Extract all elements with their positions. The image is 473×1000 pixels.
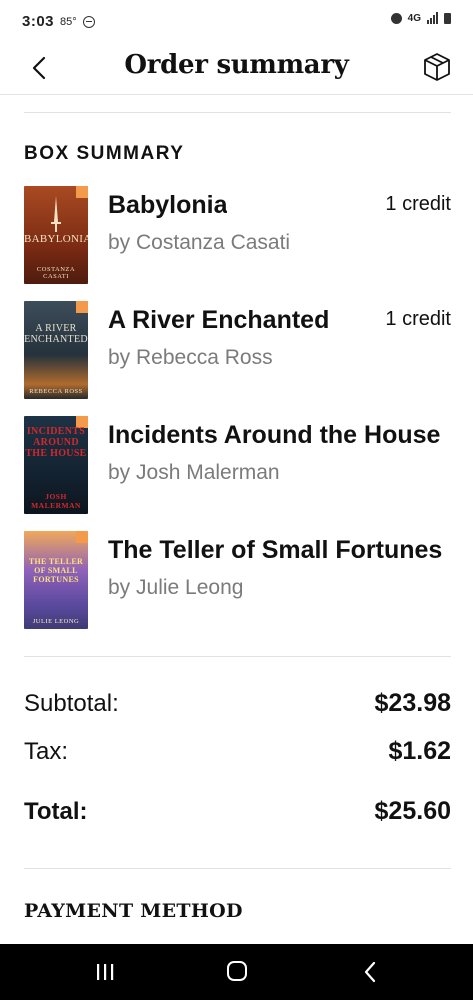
book-author: by Rebecca Ross [108, 346, 273, 369]
network-label: 4G [407, 12, 421, 24]
box-summary-heading: BOX SUMMARY [24, 143, 185, 164]
divider [24, 656, 451, 657]
badge-icon [76, 186, 88, 198]
subtotal-value: $23.98 [374, 689, 451, 717]
back-icon [364, 961, 376, 983]
book-author: by Josh Malerman [108, 461, 280, 484]
book-author: by Costanza Casati [108, 231, 291, 254]
book-credit: 1 credit [385, 193, 451, 215]
book-item[interactable]: INCIDENTS AROUND THE HOUSE JOSH MALERMAN… [24, 416, 451, 516]
subtotal-label: Subtotal: [24, 690, 119, 717]
book-cover: BABYLONIA COSTANZA CASATI [24, 186, 88, 284]
book-title: A River Enchanted [108, 306, 330, 334]
cover-title: THE TELLER OF SMALL FORTUNES [28, 557, 84, 584]
recent-apps-button[interactable] [85, 958, 125, 986]
cover-title: INCIDENTS AROUND THE HOUSE [25, 426, 87, 459]
box-icon [424, 53, 450, 81]
book-author: by Julie Leong [108, 576, 244, 599]
book-item[interactable]: BABYLONIA COSTANZA CASATI Babylonia by C… [24, 186, 451, 286]
do-not-disturb-icon [82, 15, 95, 28]
recent-apps-icon [97, 964, 114, 980]
cover-author: COSTANZA CASATI [36, 266, 76, 280]
total-value: $25.60 [374, 797, 451, 825]
cover-author: JULIE LEONG [32, 618, 80, 625]
status-time: 3:03 [22, 13, 55, 30]
page-title: Order summary [124, 50, 349, 80]
sword-icon [51, 196, 61, 232]
status-bar: 3:03 85° 4G [0, 0, 473, 44]
home-icon [227, 961, 247, 981]
signal-icon [427, 12, 438, 24]
book-item[interactable]: A RIVER ENCHANTED REBECCA ROSS A River E… [24, 301, 451, 401]
battery-icon [444, 12, 451, 24]
status-left: 3:03 85° [22, 13, 95, 30]
divider [24, 868, 451, 869]
cover-author: JOSH MALERMAN [31, 492, 81, 510]
divider [24, 112, 451, 113]
navigation-bar [0, 944, 473, 1000]
badge-icon [76, 531, 88, 543]
box-button[interactable] [421, 51, 453, 83]
book-cover: INCIDENTS AROUND THE HOUSE JOSH MALERMAN [24, 416, 88, 514]
home-button[interactable] [217, 958, 257, 986]
tax-label: Tax: [24, 738, 69, 765]
total-label: Total: [24, 798, 88, 825]
book-item[interactable]: THE TELLER OF SMALL FORTUNES JULIE LEONG… [24, 531, 451, 631]
alarm-icon [390, 12, 402, 24]
cover-title: BABYLONIA [24, 233, 88, 245]
status-temperature: 85° [60, 15, 77, 28]
book-credit: 1 credit [385, 308, 451, 330]
book-title: Babylonia [108, 191, 228, 219]
payment-method-heading: PAYMENT METHOD [24, 900, 243, 922]
cover-author: REBECCA ROSS [29, 388, 83, 395]
book-cover: A RIVER ENCHANTED REBECCA ROSS [24, 301, 88, 399]
cover-title: A RIVER ENCHANTED [24, 323, 88, 345]
book-title: The Teller of Small Fortunes [108, 536, 443, 564]
status-right: 4G [390, 12, 451, 24]
badge-icon [76, 301, 88, 313]
book-cover: THE TELLER OF SMALL FORTUNES JULIE LEONG [24, 531, 88, 629]
book-title: Incidents Around the House [108, 421, 441, 449]
tax-value: $1.62 [388, 737, 451, 765]
system-back-button[interactable] [350, 958, 390, 986]
header: Order summary [0, 44, 473, 95]
